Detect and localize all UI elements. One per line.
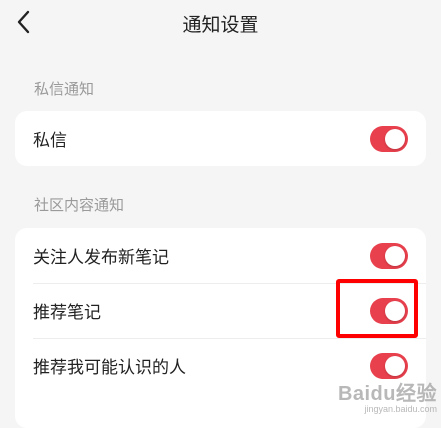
setting-label: 推荐笔记	[33, 303, 101, 323]
setting-row-followed-new-notes: 关注人发布新笔记	[15, 228, 426, 283]
private-message-toggle[interactable]	[370, 125, 408, 152]
baidu-watermark: Baidu经验 jingyan.baidu.com	[338, 377, 437, 414]
highlight-box	[336, 279, 418, 338]
setting-label: 关注人发布新笔记	[33, 248, 169, 268]
toggle-knob	[385, 128, 405, 149]
setting-label: 私信	[33, 131, 67, 151]
toggle-knob	[385, 355, 405, 376]
section-label-private-message: 私信通知	[34, 80, 95, 98]
private-message-card: 私信	[15, 111, 426, 166]
header-bar: 通知设置	[0, 0, 441, 46]
watermark-logo: Baidu经验	[337, 383, 437, 405]
section-label-community: 社区内容通知	[34, 196, 125, 214]
people-you-may-know-toggle[interactable]	[370, 352, 408, 379]
setting-label: 推荐我可能认识的人	[33, 358, 186, 378]
setting-row-private-message: 私信	[15, 111, 426, 166]
page-title: 通知设置	[182, 14, 259, 36]
toggle-knob	[385, 245, 405, 266]
followed-new-notes-toggle[interactable]	[370, 242, 408, 269]
